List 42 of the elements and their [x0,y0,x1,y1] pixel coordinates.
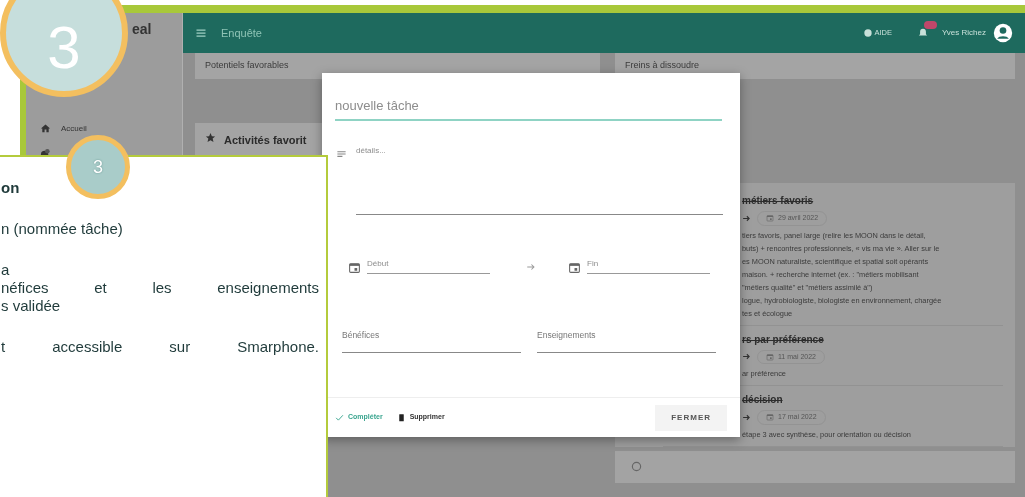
arrow-icon [742,213,751,223]
close-button[interactable]: FERMER [655,404,727,431]
task-name-field[interactable]: nouvelle tâche [335,96,722,121]
notes-icon [336,149,347,160]
user-name[interactable]: Yves Richez [941,27,986,39]
date-field[interactable]: Fin [587,258,710,274]
arrow-icon [526,262,536,272]
task-title: décision [741,393,784,407]
calendar-icon [766,413,774,422]
callout-text: n (nommée tâche) [1,220,124,238]
callout-text: néfices et les enseignements [1,279,319,297]
arrow-icon [742,352,751,362]
check-icon [335,413,344,422]
task-title: rs par préférence [741,332,825,347]
calendar-icon [766,352,774,361]
card-title: Activités favorit [224,133,307,148]
callout-text: t accessible sur Smarphone. [1,338,319,356]
callout-title: on [1,179,21,197]
calendar-icon [766,214,774,223]
notification-badge [923,21,937,29]
task-title: métiers favoris [741,194,815,208]
card-title: Freins à dissoudre [615,53,1015,79]
arrow-icon [742,412,751,422]
text-field[interactable]: Enseignements [537,321,716,353]
callout-text: s validée [1,297,62,315]
menu-icon[interactable] [195,27,207,39]
callout-text: a [1,261,11,279]
brand-name: eal [132,21,152,37]
help-icon[interactable] [864,29,873,37]
page-title: Enquête [221,25,262,41]
calendar-icon [348,261,361,274]
date-field[interactable]: Début [367,258,490,274]
circle-icon [631,461,642,472]
text-field[interactable]: Bénéfices [342,321,521,353]
home-icon [40,123,51,134]
calendar-icon [568,261,581,274]
details-field[interactable]: détails... [356,145,723,215]
star-icon [205,132,216,143]
avatar-icon[interactable] [993,23,1013,43]
trash-icon [396,413,406,422]
bell-icon[interactable] [917,28,928,38]
step-badge: 3 [0,0,128,97]
